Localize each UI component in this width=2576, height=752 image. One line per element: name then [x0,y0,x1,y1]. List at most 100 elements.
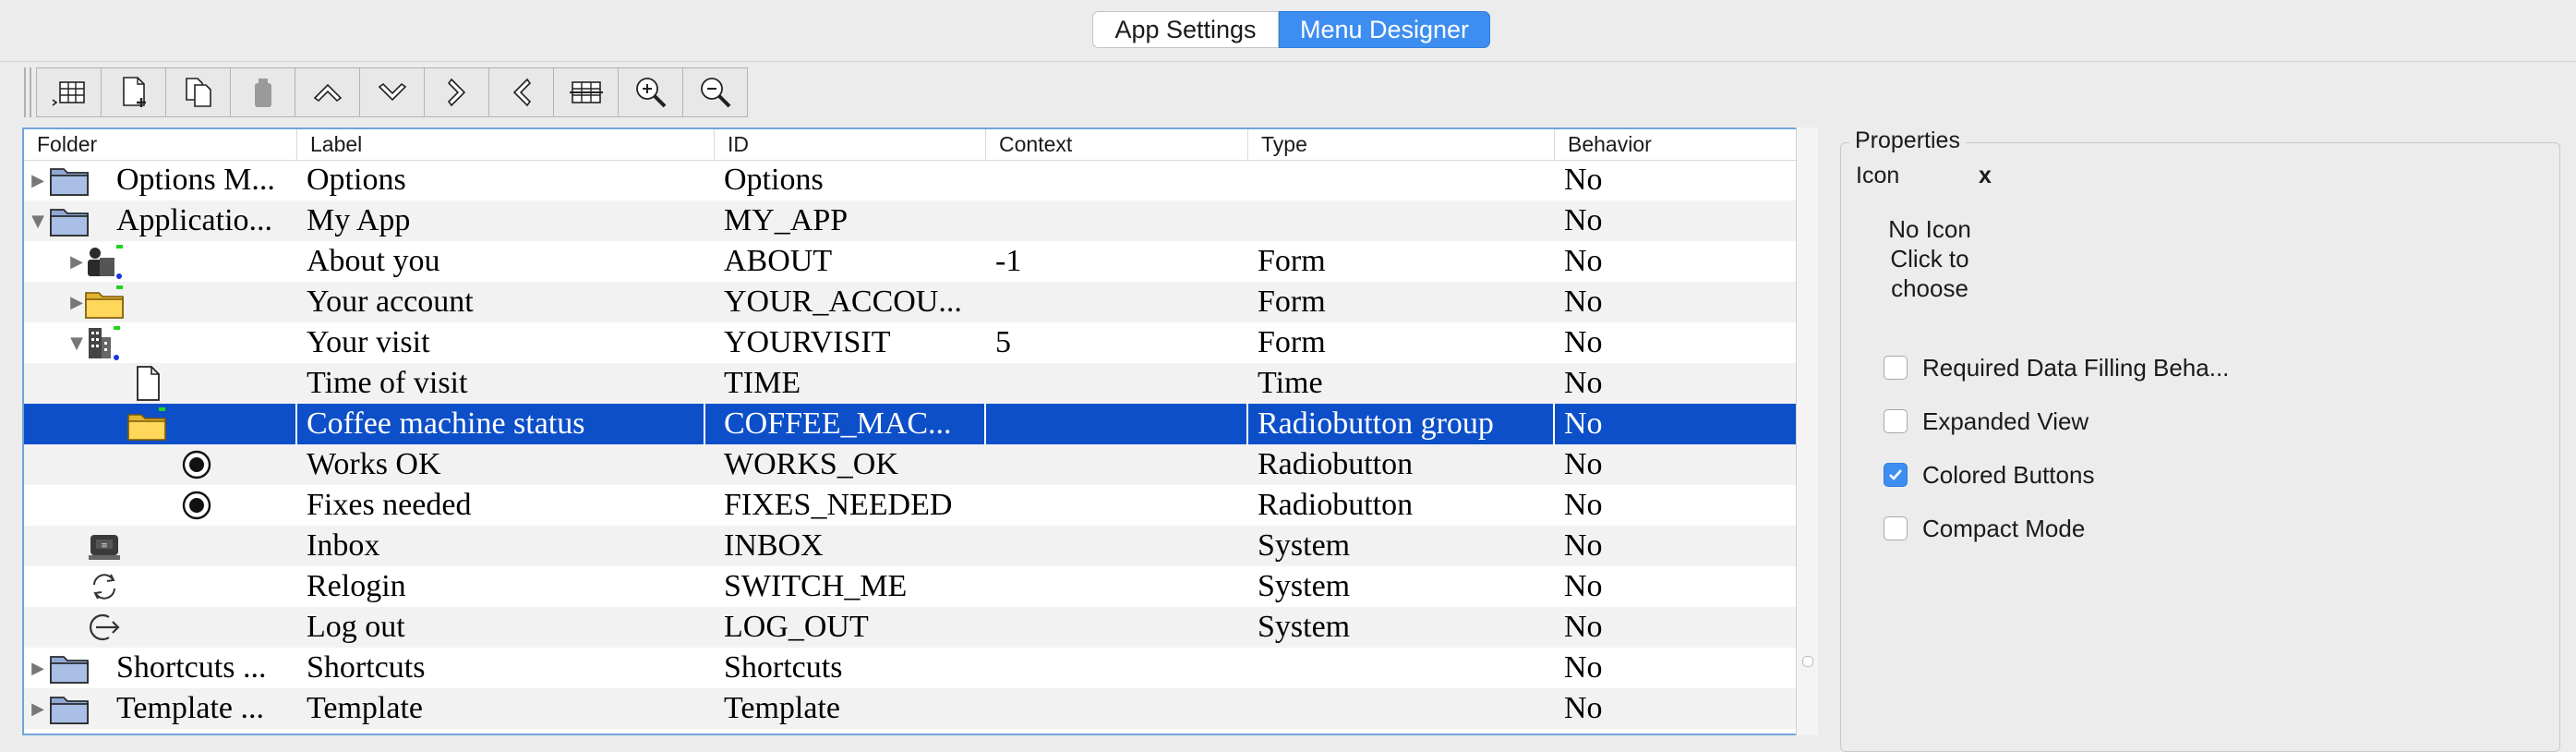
toolbar [24,67,748,117]
table-row[interactable]: ▶ Template ... Template Template No [24,688,1816,729]
toolbar-grip[interactable] [24,67,31,117]
table-row[interactable]: ▶ Shortcuts ... Shortcuts Shortcuts No [24,648,1816,688]
label-cell: Shortcuts [307,650,426,685]
add-root-button[interactable] [36,67,102,117]
chevron-down-icon [378,82,406,102]
id-cell: Shortcuts [724,650,843,685]
behavior-cell: No [1564,569,1603,603]
label-cell: Inbox [307,528,380,563]
type-cell [1258,648,1555,688]
checkbox-box[interactable] [1884,516,1908,540]
copy-button[interactable] [165,67,231,117]
table-button[interactable] [553,67,619,117]
type-cell: System [1258,528,1351,563]
indent-button[interactable] [424,67,489,117]
table-row[interactable]: Fixes needed FIXES_NEEDED Radiobutton No [24,485,1816,526]
behavior-cell: No [1564,406,1603,441]
checkbox-box[interactable] [1884,356,1908,380]
context-cell [995,363,1248,404]
id-cell: YOURVISIT [724,325,891,359]
tab-menu-designer[interactable]: Menu Designer [1279,11,1490,48]
label-cell: Time of visit [307,366,468,400]
checkbox-box[interactable] [1884,463,1908,487]
table-row[interactable]: Relogin SWITCH_ME System No [24,566,1816,607]
properties-title: Properties [1849,127,1966,154]
context-cell: 5 [995,325,1011,359]
expanded-view-checkbox[interactable]: Expanded View [1884,407,2088,435]
label-cell: Relogin [307,569,406,603]
column-header-behavior[interactable]: Behavior [1555,129,1816,160]
column-header-context[interactable]: Context [986,129,1248,160]
table-strike-icon [569,81,603,103]
scrollbar-knob[interactable] [1802,656,1813,667]
table-row[interactable]: ▶ About you ABOUT -1 Form No [24,241,1816,282]
delete-button[interactable] [230,67,295,117]
trash-icon [254,79,271,107]
type-cell: Radiobutton [1258,447,1414,481]
yellow-folder-icon [83,284,126,321]
table-row-selected[interactable]: ▼Coffee machine statusCOFFEE_MAC...Radio… [24,404,1816,444]
top-tab-bar: App Settings Menu Designer [0,0,2576,61]
id-cell: ABOUT [724,244,833,278]
collapse-toggle-icon[interactable]: ▼ [26,200,50,241]
table-row[interactable]: Log out LOG_OUT System No [24,607,1816,648]
table-row[interactable]: Works OK WORKS_OK Radiobutton No [24,444,1816,485]
id-cell: SWITCH_ME [724,569,908,603]
vertical-scrollbar[interactable] [1796,127,1818,735]
column-header-label[interactable]: Label [297,129,715,160]
expand-toggle-icon[interactable]: ▶ [26,648,50,688]
move-down-button[interactable] [359,67,425,117]
table-indent-icon [52,81,85,106]
chevron-left-icon [512,78,531,107]
colored-buttons-checkbox[interactable]: Colored Buttons [1884,461,2094,489]
context-cell [995,160,1248,200]
clear-icon-button[interactable]: x [1979,163,1992,189]
context-cell [995,200,1248,241]
type-cell [1258,688,1555,729]
checkbox-label: Expanded View [1922,406,2089,435]
required-data-filling-checkbox[interactable]: Required Data Filling Beha... [1884,354,2229,382]
choose-icon-area[interactable]: No Icon Click to choose [1870,214,1990,303]
context-cell [995,648,1248,688]
table-row[interactable]: ≡ Inbox INBOX System No [24,526,1816,566]
zoom-in-button[interactable] [618,67,683,117]
behavior-cell: No [1564,447,1603,481]
tab-app-settings[interactable]: App Settings [1092,11,1279,48]
id-cell: Options [724,163,824,197]
behavior-cell: No [1564,163,1603,197]
table-row[interactable]: ▼ Applicatio... My App MY_APP No [24,200,1816,241]
behavior-cell: No [1564,650,1603,685]
id-cell: INBOX [724,528,824,563]
new-item-button[interactable] [101,67,166,117]
zoom-in-icon [635,78,666,108]
table-row[interactable]: ▶ Options M... Options Options No [24,160,1816,200]
outdent-button[interactable] [488,67,554,117]
column-header-folder[interactable]: Folder [24,129,297,160]
menu-tree-table[interactable]: Folder Label ID Context Type Behavior ▶ O… [22,127,1818,735]
zoom-out-button[interactable] [682,67,748,117]
table-row[interactable]: ▶ Your account YOUR_ACCOU... Form No [24,282,1816,322]
expand-toggle-icon[interactable]: ▶ [26,688,50,729]
checkbox-label: Required Data Filling Beha... [1922,353,2230,382]
label-cell: Log out [307,610,405,644]
column-header-type[interactable]: Type [1248,129,1555,160]
checkmark-icon [1889,469,1902,480]
compact-mode-checkbox[interactable]: Compact Mode [1884,515,2085,542]
checkbox-box[interactable] [1884,409,1908,433]
table-row[interactable]: Time of visit TIME Time No [24,363,1816,404]
move-up-button[interactable] [295,67,360,117]
id-cell: FIXES_NEEDED [724,488,953,522]
behavior-cell: No [1564,528,1603,563]
folder-icon [48,162,90,199]
table-row[interactable]: ▼ Your visit YOURVISIT 5 Form No [24,322,1816,363]
expand-toggle-icon[interactable]: ▶ [26,160,50,200]
person-form-icon [83,243,126,280]
type-cell: System [1258,610,1351,644]
chevron-up-icon [313,83,342,103]
context-cell [995,688,1248,729]
svg-text:≡: ≡ [101,541,108,551]
context-cell [995,566,1248,607]
label-cell: Your account [307,285,474,319]
column-header-id[interactable]: ID [715,129,986,160]
id-cell: COFFEE_MAC... [724,404,986,444]
